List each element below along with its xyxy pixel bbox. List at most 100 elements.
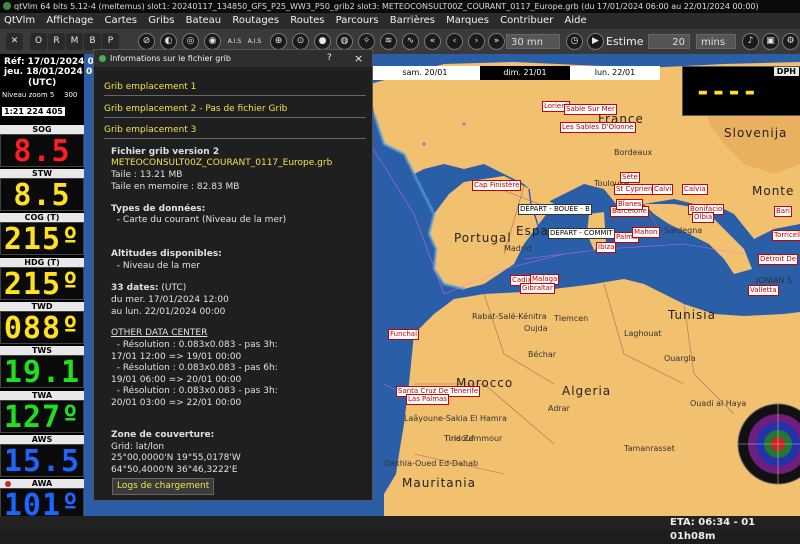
menu-contribuer[interactable]: Contribuer [496, 13, 557, 29]
menu-marques[interactable]: Marques [442, 13, 493, 29]
place-gibraltar[interactable]: Gibraltar [520, 283, 555, 294]
wave-icon[interactable]: ∿ [402, 33, 419, 50]
menu-parcours[interactable]: Parcours [332, 13, 383, 29]
types-item: - Carte du courant (Niveau de la mer) [111, 215, 287, 225]
bell-icon[interactable]: ♪ [742, 33, 759, 50]
res1: - Résolution : 0.083x0.083 - pas 3h: [111, 340, 278, 350]
place-mahon[interactable]: Mahon [632, 227, 660, 238]
place-funchal[interactable]: Funchal [388, 329, 420, 340]
map-layer-icon[interactable]: ◍ [336, 33, 353, 50]
current-icon[interactable]: ≋ [380, 33, 397, 50]
step-forward-icon[interactable]: › [468, 33, 485, 50]
menu-barrieres[interactable]: Barrières [386, 13, 439, 29]
place-sete[interactable]: Sète [620, 172, 640, 183]
toolbar-m-button[interactable]: M [66, 33, 83, 50]
play-icon[interactable]: ▶ [587, 33, 604, 50]
toolbar-p-button[interactable]: P [102, 33, 119, 50]
close-icon[interactable]: ✕ [6, 33, 23, 50]
menu-aide[interactable]: Aide [561, 13, 591, 29]
city-laghouat: Laghouat [624, 329, 662, 338]
estime-unit-select[interactable]: mins [696, 34, 736, 49]
wind-rose[interactable] [734, 384, 800, 494]
ais-button-2[interactable]: A.I.S [246, 33, 263, 50]
twa-value: 127º [0, 400, 84, 434]
camera-icon[interactable]: ▣ [762, 33, 779, 50]
settings-icon[interactable]: ⚙ [782, 33, 799, 50]
time-step-select[interactable]: 30 mn [506, 34, 560, 49]
place-blanes[interactable]: Blanes [616, 199, 644, 210]
place-valletta[interactable]: Valletta [748, 285, 779, 296]
place-depart-bouee[interactable]: DÉPART - BOUÉE - B [518, 204, 592, 215]
menu-cartes[interactable]: Cartes [101, 13, 142, 29]
window-title: qtVlm 64 bits 5.12-4 (meltemus) slot1: 2… [14, 2, 759, 11]
place-calvi[interactable]: Calvi [652, 184, 674, 195]
file-heading: Fichier grib version 2 [111, 147, 220, 157]
no-entry-icon[interactable]: ⊘ [138, 33, 155, 50]
menu-bar: QtVlm Affichage Cartes Gribs Bateau Rout… [0, 13, 800, 29]
toolbar-r-button[interactable]: R [48, 33, 65, 50]
menu-bateau[interactable]: Bateau [182, 13, 226, 29]
app-icon [3, 2, 11, 10]
radar-icon[interactable]: ◎ [182, 33, 199, 50]
clock-icon[interactable]: ◷ [566, 33, 583, 50]
place-depart-commit[interactable]: DÉPART - COMMIT [548, 228, 615, 239]
menu-qtvlm[interactable]: QtVlm [0, 13, 39, 29]
grib-slot-2[interactable]: Grib emplacement 2 - Pas de fichier Grib [104, 102, 366, 118]
hdg-value: 215º [0, 267, 84, 301]
place-olbia[interactable]: Olbia [692, 212, 715, 223]
place-bari[interactable]: Bari [774, 206, 792, 217]
toolbar-o-button[interactable]: O [30, 33, 47, 50]
corner-1: 25°00,0000'N 19°55,0178'W [111, 453, 241, 463]
menu-affichage[interactable]: Affichage [42, 13, 97, 29]
close-button[interactable]: × [354, 50, 363, 67]
timezone: (UTC) [28, 78, 57, 88]
res2-range: 19/01 06:00 => 20/01 00:00 [111, 375, 242, 385]
menu-routages[interactable]: Routages [228, 13, 283, 29]
fast-forward-icon[interactable]: » [488, 33, 505, 50]
grib-slot-3[interactable]: Grib emplacement 3 [104, 123, 366, 139]
target-icon[interactable]: ◉ [204, 33, 221, 50]
place-ibiza[interactable]: Ibiza [596, 242, 617, 253]
city-oujda: Oujda [524, 324, 548, 333]
rewind-icon[interactable]: « [424, 33, 441, 50]
place-cap-finistere[interactable]: Cap Finistère [472, 180, 522, 191]
place-st-cyprien[interactable]: St Cyprien [614, 184, 655, 195]
place-torricella[interactable]: Torricella [772, 230, 800, 241]
country-tunisia: Tunisia [668, 308, 716, 322]
place-sable-sur-mer[interactable]: Sable Sur Mer [564, 104, 617, 115]
place-calvia[interactable]: Calvia [682, 184, 708, 195]
alt-item: - Niveau de la mer [111, 261, 200, 271]
tws-label: TWS [0, 346, 84, 355]
date-lun[interactable]: lun. 22/01 [570, 66, 660, 80]
city-madrid: Madrid [504, 244, 532, 253]
sea-ionian: IONIAN S [756, 276, 793, 285]
city-ouargla: Ouargla [664, 354, 696, 363]
compass-icon[interactable]: ◐ [160, 33, 177, 50]
step-back-icon[interactable]: ‹ [446, 33, 463, 50]
zone-heading: Zone de couverture: [111, 430, 215, 440]
zoom-level: Niveau zoom 5 [2, 91, 55, 99]
awa-label: AWA [0, 479, 84, 488]
place-las-palmas[interactable]: Las Palmas [406, 394, 449, 405]
menu-gribs[interactable]: Gribs [144, 13, 178, 29]
wind-icon[interactable]: ✧ [358, 33, 375, 50]
help-button[interactable]: ? [327, 50, 332, 67]
grib-slot-1[interactable]: Grib emplacement 1 [104, 80, 366, 96]
city-tamanrasset: Tamanrasset [624, 444, 675, 453]
place-les-sables-dolonne[interactable]: Les Sables D'Olonne [560, 122, 636, 133]
date-sam[interactable]: sam. 20/01 [370, 66, 480, 80]
menu-routes[interactable]: Routes [286, 13, 328, 29]
logs-button[interactable]: Logs de chargement [112, 478, 215, 495]
date-dim[interactable]: dim. 21/01 [480, 66, 570, 80]
status-bar: ETA: 06:34 - 01 01h08m [0, 516, 800, 542]
zoom-icon[interactable]: ⊙ [292, 33, 309, 50]
record-icon[interactable]: ● [314, 33, 331, 50]
globe-icon[interactable]: ⊕ [270, 33, 287, 50]
estime-value-input[interactable]: 20 [648, 34, 690, 49]
dph-panel: DPH ---- [682, 66, 800, 116]
toolbar-b-button[interactable]: B [84, 33, 101, 50]
place-detroit-de[interactable]: Détroit De [758, 254, 799, 265]
dates-tz: (UTC) [158, 283, 187, 293]
dates-count: 33 dates: [111, 283, 159, 293]
ais-button[interactable]: A.I.S [226, 33, 243, 50]
